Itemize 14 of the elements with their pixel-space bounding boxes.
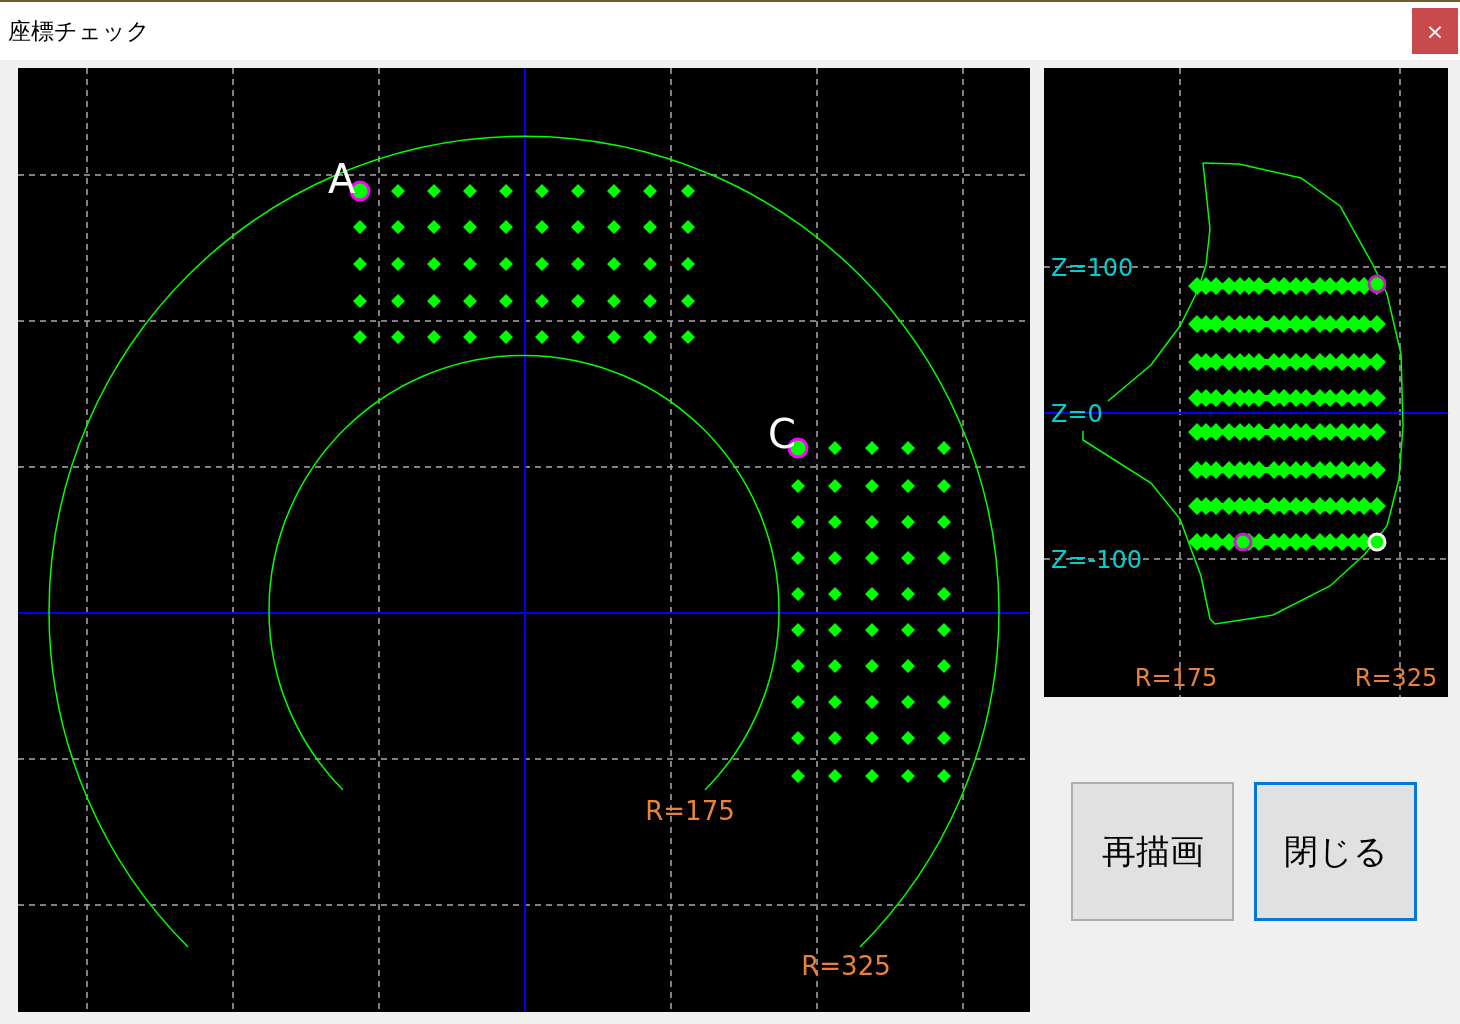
radius-label: R=175 (1134, 664, 1218, 692)
marked-point (1233, 532, 1253, 552)
window-title: 座標チェック (8, 16, 150, 46)
dialog-button[interactable]: 閉じる (1254, 782, 1417, 921)
radius-label: R=325 (1354, 664, 1438, 692)
point-label: C (768, 411, 796, 457)
dialog-button[interactable]: 再描画 (1071, 782, 1234, 921)
close-button[interactable]: × (1412, 8, 1458, 54)
z-label: Z=100 (1051, 254, 1134, 282)
radius-label: R=325 (801, 951, 891, 981)
marked-point (1367, 532, 1387, 552)
z-label: Z=-100 (1051, 546, 1143, 574)
radius-label: R=175 (645, 796, 735, 826)
marked-point (1367, 274, 1387, 294)
